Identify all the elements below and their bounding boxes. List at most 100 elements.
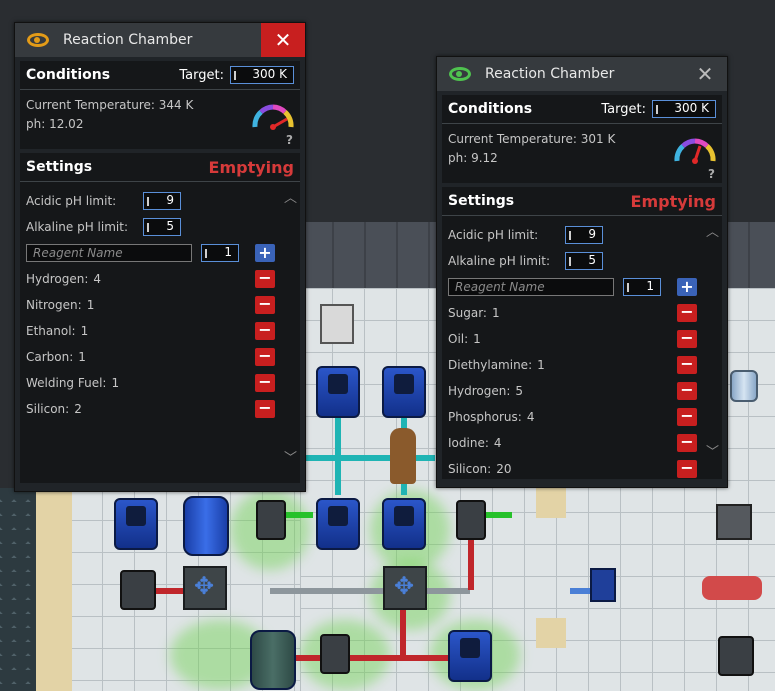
reagent-amount: 4	[526, 410, 535, 424]
remove-reagent-button[interactable]: −	[255, 322, 275, 340]
alkaline-ph-input[interactable]: 5	[143, 218, 181, 236]
pipe-valve[interactable]	[183, 566, 227, 610]
reagent-amount-input[interactable]: 1	[623, 278, 661, 296]
crew-member-lying[interactable]	[702, 576, 762, 600]
reaction-chamber-window-2[interactable]: Reaction Chamber ✕ Conditions Target: 30…	[436, 56, 728, 488]
ph-value: 12.02	[49, 117, 84, 131]
pump[interactable]	[718, 636, 754, 676]
temperature-value: 301 K	[580, 132, 616, 146]
reagent-row: Nitrogen: 1 −	[20, 292, 300, 318]
acidic-ph-row: Acidic pH limit: 9	[442, 222, 722, 248]
reagent-amount: 5	[515, 384, 524, 398]
remove-reagent-button[interactable]: −	[677, 356, 697, 374]
eye-icon	[449, 67, 471, 81]
scroll-down-icon[interactable]: ﹀	[706, 441, 719, 460]
reagent-name: Silicon:	[26, 402, 70, 416]
acidic-ph-label: Acidic pH limit:	[448, 228, 539, 242]
chem-dispenser[interactable]	[114, 498, 158, 550]
crew-member[interactable]	[390, 428, 416, 484]
chem-dispenser[interactable]	[316, 498, 360, 550]
remove-reagent-button[interactable]: −	[255, 400, 275, 418]
computer-console[interactable]	[320, 304, 354, 344]
reagent-amount: 20	[496, 462, 512, 476]
chem-dispenser[interactable]	[382, 498, 426, 550]
reagent-tank[interactable]	[183, 496, 229, 556]
reagent-row: Diethylamine: 1 −	[442, 352, 722, 378]
add-reagent-button[interactable]: +	[255, 244, 275, 262]
alkaline-ph-row: Alkaline pH limit: 5	[442, 248, 722, 274]
reagent-row: Silicon: 20 −	[442, 456, 722, 482]
chem-dispenser[interactable]	[316, 366, 360, 418]
alkaline-ph-input[interactable]: 5	[565, 252, 603, 270]
scroll-down-icon[interactable]: ﹀	[284, 447, 297, 466]
chem-dispenser[interactable]	[382, 366, 426, 418]
target-temperature-input[interactable]: 300 K	[652, 100, 716, 118]
reagent-name: Carbon:	[26, 350, 74, 364]
reagent-amount-input[interactable]: 1	[201, 244, 239, 262]
add-reagent-button[interactable]: +	[677, 278, 697, 296]
reagent-name: Nitrogen:	[26, 298, 82, 312]
mode-status[interactable]: Emptying	[631, 192, 716, 211]
temperature-label: Current Temperature:	[448, 132, 577, 146]
remove-reagent-button[interactable]: −	[677, 330, 697, 348]
titlebar[interactable]: Reaction Chamber ✕	[437, 57, 727, 91]
mode-status[interactable]: Emptying	[209, 158, 294, 177]
reagent-name-input[interactable]: Reagent Name	[448, 278, 614, 296]
reagent-row: Ethanol: 1 −	[20, 318, 300, 344]
reagent-name: Silicon:	[448, 462, 492, 476]
alkaline-ph-label: Alkaline pH limit:	[448, 254, 550, 268]
reaction-chamber-machine[interactable]	[320, 634, 350, 674]
help-icon[interactable]: ?	[286, 133, 293, 147]
temperature-label: Current Temperature:	[26, 98, 155, 112]
gas-canister[interactable]	[730, 370, 758, 402]
remove-reagent-button[interactable]: −	[255, 270, 275, 288]
reagent-name: Diethylamine:	[448, 358, 533, 372]
close-icon[interactable]: ✕	[683, 57, 727, 91]
remove-reagent-button[interactable]: −	[677, 408, 697, 426]
pipe-valve[interactable]	[383, 566, 427, 610]
acidic-ph-label: Acidic pH limit:	[26, 194, 117, 208]
reagent-amount: 1	[473, 332, 481, 346]
window-title: Reaction Chamber	[485, 66, 615, 82]
chem-heater[interactable]	[590, 568, 616, 602]
air-vent[interactable]	[716, 504, 752, 540]
reagent-amount: 1	[111, 376, 120, 390]
sand-strip	[36, 488, 72, 691]
conditions-section: Conditions Target: 300 K Current Tempera…	[442, 95, 722, 183]
target-temperature-input[interactable]: 300 K	[230, 66, 294, 84]
remove-reagent-button[interactable]: −	[677, 434, 697, 452]
reaction-chamber-machine[interactable]	[256, 500, 286, 540]
reagent-row: Sugar: 1 −	[442, 300, 722, 326]
remove-reagent-button[interactable]: −	[677, 304, 697, 322]
reagent-amount: 4	[93, 272, 102, 286]
acidic-ph-input[interactable]: 9	[143, 192, 181, 210]
scroll-up-icon[interactable]: ︿	[706, 221, 719, 240]
remove-reagent-button[interactable]: −	[677, 382, 697, 400]
remove-reagent-button[interactable]: −	[255, 348, 275, 366]
remove-reagent-button[interactable]: −	[255, 374, 275, 392]
settings-section: Settings Emptying Acidic pH limit: 9 Alk…	[442, 187, 722, 479]
reagent-name-input[interactable]: Reagent Name	[26, 244, 192, 262]
reagent-row: Oil: 1 −	[442, 326, 722, 352]
reagent-name: Hydrogen:	[26, 272, 89, 286]
help-icon[interactable]: ?	[708, 167, 715, 181]
reagent-list: Sugar: 1 − Oil: 1 − Diethylamine: 1 − Hydrogen: 5 −…	[442, 300, 722, 482]
remove-reagent-button[interactable]: −	[677, 460, 697, 478]
remove-reagent-button[interactable]: −	[255, 296, 275, 314]
reagent-tank[interactable]	[250, 630, 296, 690]
pump[interactable]	[120, 570, 156, 610]
alkaline-ph-label: Alkaline pH limit:	[26, 220, 128, 234]
reagent-name: Iodine:	[448, 436, 489, 450]
temperature-value: 344 K	[158, 98, 194, 112]
chem-dispenser[interactable]	[448, 630, 492, 682]
alkaline-ph-row: Alkaline pH limit: 5	[20, 214, 300, 240]
conditions-section: Conditions Target: 300 K Current Tempera…	[20, 61, 300, 149]
titlebar[interactable]: Reaction Chamber ✕	[15, 23, 305, 57]
add-reagent-row: Reagent Name 1 +	[442, 274, 722, 300]
reaction-chamber-window-1[interactable]: Reaction Chamber ✕ Conditions Target: 30…	[14, 22, 306, 492]
scroll-up-icon[interactable]: ︿	[284, 187, 297, 206]
reaction-chamber-machine[interactable]	[456, 500, 486, 540]
reagent-row: Carbon: 1 −	[20, 344, 300, 370]
acidic-ph-input[interactable]: 9	[565, 226, 603, 244]
close-icon[interactable]: ✕	[261, 23, 305, 57]
